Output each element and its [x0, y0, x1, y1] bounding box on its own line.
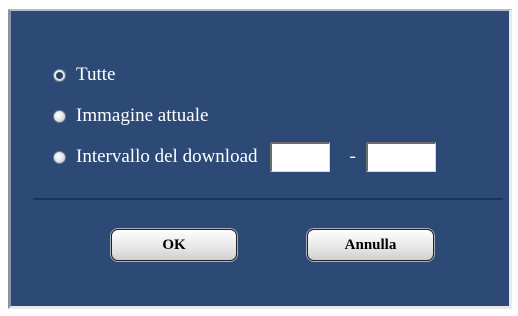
option-intervallo-download[interactable]: Intervallo del download - [53, 142, 436, 172]
option-immagine-attuale-label: Immagine attuale [76, 105, 209, 126]
radio-intervallo-download[interactable] [53, 150, 66, 164]
range-from-input[interactable] [269, 142, 330, 172]
radio-tutte[interactable] [53, 68, 66, 82]
range-separator: - [349, 146, 356, 167]
cancel-button[interactable]: Annulla [307, 229, 434, 261]
option-tutte-label: Tutte [76, 64, 116, 85]
option-intervallo-download-label: Intervallo del download [76, 146, 258, 167]
radio-immagine-attuale[interactable] [53, 109, 66, 123]
option-immagine-attuale[interactable]: Immagine attuale [53, 103, 208, 129]
option-tutte[interactable]: Tutte [53, 62, 115, 88]
range-to-input[interactable] [365, 142, 436, 172]
ok-button[interactable]: OK [111, 229, 237, 261]
download-dialog: Tutte Immagine attuale Intervallo del do… [8, 9, 512, 309]
divider [33, 198, 503, 200]
